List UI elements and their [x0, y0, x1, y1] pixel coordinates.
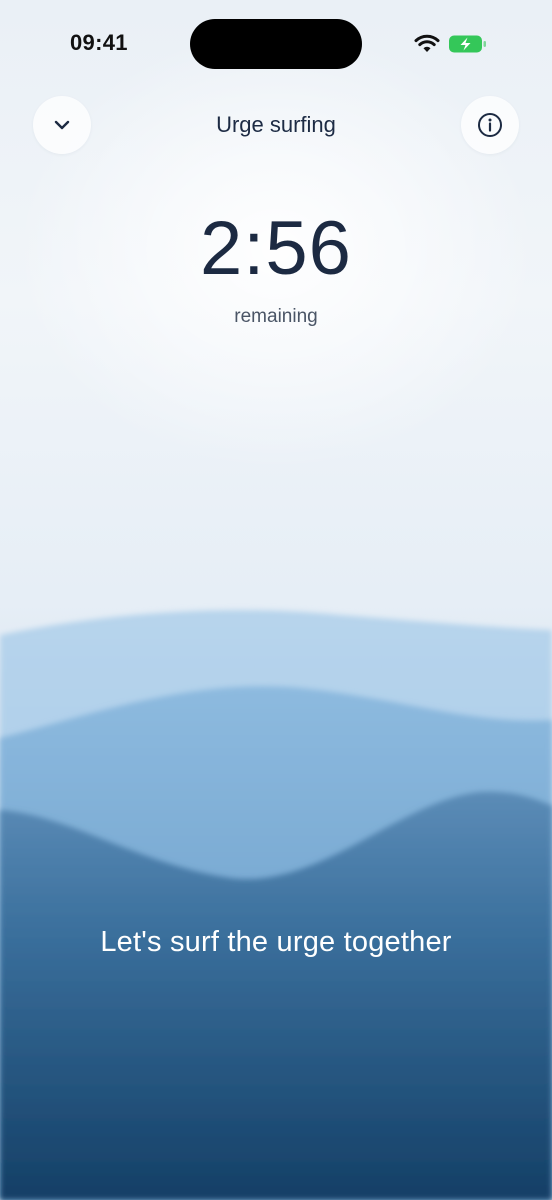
encouragement-message: Let's surf the urge together — [100, 926, 452, 958]
info-button[interactable] — [461, 96, 519, 154]
status-bar: 09:41 — [0, 0, 552, 90]
dynamic-island — [190, 19, 362, 69]
battery-charging-icon — [449, 35, 486, 53]
wifi-icon — [414, 34, 440, 52]
timer-caption: remaining — [234, 306, 318, 327]
waves-illustration — [0, 610, 552, 1200]
info-icon — [478, 113, 502, 137]
timer-value: 2:56 — [200, 206, 352, 291]
urge-surfing-screen: 09:41 Urge surfing 2:56 remaining Let's … — [0, 0, 552, 1200]
status-time: 09:41 — [70, 30, 128, 55]
